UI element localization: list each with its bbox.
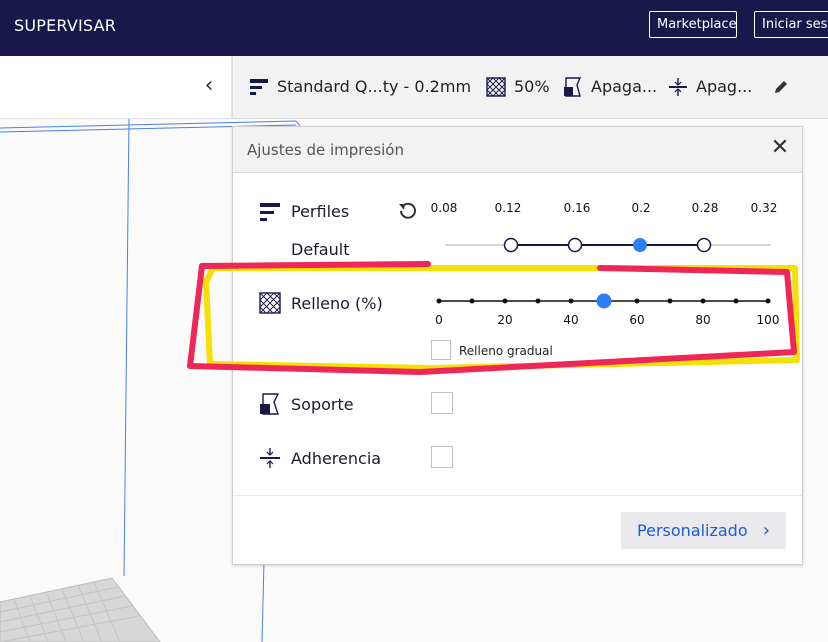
build-plate xyxy=(0,577,161,642)
summary-profile[interactable]: Standard Q...ty - 0.2mm xyxy=(249,76,471,98)
support-label: Soporte xyxy=(291,395,354,414)
adhesion-label: Adherencia xyxy=(291,449,382,468)
profile-tick-label: 0.2 xyxy=(631,201,651,215)
profiles-default-label: Default xyxy=(291,240,350,259)
infill-tick-label: 100 xyxy=(756,313,780,327)
infill-label: Relleno (%) xyxy=(291,294,383,313)
left-panel-header xyxy=(0,56,232,119)
infill-tick-label: 60 xyxy=(629,313,645,327)
profile-slider-node xyxy=(567,237,583,253)
profile-tick-label: 0.16 xyxy=(563,201,591,215)
gradual-infill-label: Relleno gradual xyxy=(459,344,553,358)
chevron-left-icon[interactable]: ‹ xyxy=(200,74,218,100)
custom-settings-button[interactable]: Personalizado › xyxy=(621,512,786,549)
profile-slider-node xyxy=(503,237,519,253)
adhesion-icon xyxy=(260,448,280,468)
marketplace-button[interactable]: Marketplace xyxy=(649,11,737,38)
summary-profile-text: Standard Q...ty - 0.2mm xyxy=(277,77,472,96)
infill-tick-label: 40 xyxy=(563,313,579,327)
summary-adhesion-text: Apag... xyxy=(696,77,753,96)
panel-header: Ajustes de impresión ✕ xyxy=(233,127,802,173)
summary-infill[interactable]: 50% xyxy=(486,76,550,98)
custom-settings-label: Personalizado xyxy=(637,521,748,540)
support-icon xyxy=(260,393,280,415)
profile-icon xyxy=(250,78,268,95)
summary-support-text: Apaga... xyxy=(591,77,658,96)
infill-tick-label: 20 xyxy=(497,313,513,327)
login-button[interactable]: Iniciar sesió xyxy=(754,11,828,38)
pencil-icon[interactable] xyxy=(773,79,789,95)
infill-icon xyxy=(259,292,281,314)
support-checkbox[interactable] xyxy=(431,392,453,414)
infill-slider[interactable] xyxy=(433,291,773,311)
gradual-infill-checkbox[interactable] xyxy=(431,340,451,360)
profiles-label: Perfiles xyxy=(291,202,350,221)
support-icon xyxy=(564,76,582,97)
chevron-right-icon: › xyxy=(762,520,770,541)
profile-tick-label: 0.32 xyxy=(750,201,778,215)
profile-tick-label: 0.28 xyxy=(691,201,719,215)
close-icon[interactable]: ✕ xyxy=(769,137,791,159)
profile-slider-handle xyxy=(633,238,647,252)
profile-tick-label: 0.08 xyxy=(430,201,458,215)
panel-footer-divider xyxy=(233,495,802,496)
top-bar: SUPERVISAR Marketplace Iniciar sesió xyxy=(0,0,828,56)
profile-slider-node xyxy=(696,237,712,253)
print-settings-panel: Ajustes de impresión ✕ Perfiles Default … xyxy=(232,126,803,565)
print-settings-summary[interactable]: Standard Q...ty - 0.2mm 50% Apaga... Apa… xyxy=(232,56,828,119)
panel-title: Ajustes de impresión xyxy=(247,141,404,159)
summary-support[interactable]: Apaga... xyxy=(563,76,657,98)
summary-infill-text: 50% xyxy=(514,77,550,96)
infill-slider-handle xyxy=(596,293,612,309)
infill-icon xyxy=(486,76,506,97)
adhesion-icon xyxy=(669,77,687,96)
profile-icon xyxy=(260,203,280,221)
reset-icon[interactable] xyxy=(396,200,418,222)
adhesion-checkbox[interactable] xyxy=(431,446,453,468)
app-title: SUPERVISAR xyxy=(14,16,117,35)
infill-tick-label: 80 xyxy=(695,313,711,327)
profile-slider[interactable] xyxy=(443,235,773,255)
summary-adhesion[interactable]: Apag... xyxy=(668,76,752,98)
infill-tick-label: 0 xyxy=(435,313,443,327)
profile-tick-label: 0.12 xyxy=(494,201,522,215)
